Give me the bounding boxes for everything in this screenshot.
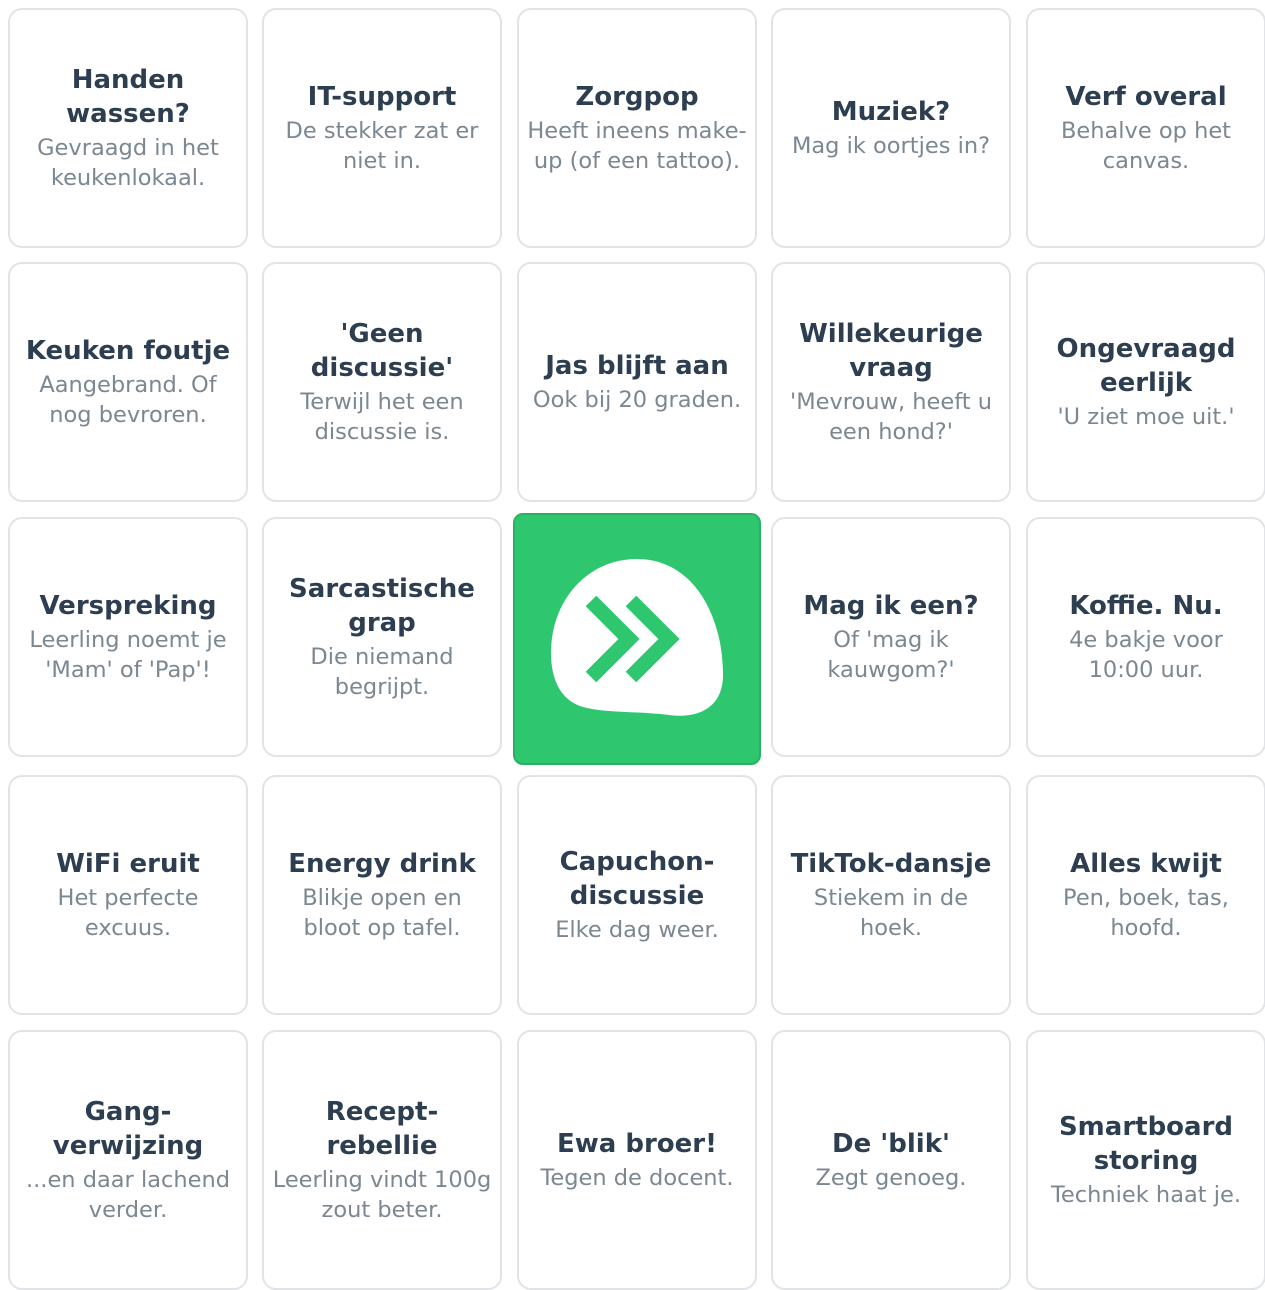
bingo-cell[interactable]: Koffie. Nu. 4e bakje voor 10:00 uur. <box>1026 517 1265 757</box>
bingo-cell[interactable]: WiFi eruit Het perfecte excuus. <box>8 775 248 1015</box>
cell-title: TikTok-dansje <box>790 849 992 879</box>
cell-subtitle: Het perfecte excuus. <box>57 885 199 941</box>
cell-title: Jas blijft aan <box>545 351 729 381</box>
cell-title: Verspreking <box>39 591 217 621</box>
cell-subtitle: Tegen de docent. <box>540 1165 734 1191</box>
bingo-cell[interactable]: TikTok-dansje Stiekem in de hoek. <box>771 775 1011 1015</box>
cell-subtitle: Of 'mag ik kauwgom?' <box>827 627 955 683</box>
cell-subtitle: 4e bakje voor 10:00 uur. <box>1069 627 1223 683</box>
bingo-cell[interactable]: Zorgpop Heeft ineens make-up (of een tatt… <box>517 8 757 248</box>
cell-subtitle: Die niemand begrijpt. <box>310 644 454 700</box>
cell-subtitle: Leerling vindt 100g zout beter. <box>272 1167 492 1223</box>
bingo-board: Handen wassen? Gevraagd in het keukenloka… <box>0 0 1265 1290</box>
cell-title: Alles kwijt <box>1070 849 1222 879</box>
double-chevron-logo-icon <box>551 559 723 716</box>
cell-title: Sarcastische grap <box>289 574 475 638</box>
cell-title: Smartboard storing <box>1058 1112 1234 1176</box>
cell-subtitle: Pen, boek, tas, hoofd. <box>1063 885 1229 941</box>
cell-subtitle: Terwijl het een discussie is. <box>300 389 464 445</box>
cell-subtitle: Techniek haat je. <box>1051 1182 1241 1208</box>
bingo-cell[interactable]: Verf overal Behalve op het canvas. <box>1026 8 1265 248</box>
cell-title: Zorgpop <box>575 82 699 112</box>
cell-title: De 'blik' <box>832 1129 950 1159</box>
cell-subtitle: 'Mevrouw, heeft u een hond?' <box>790 389 992 445</box>
bingo-cell[interactable]: IT-support De stekker zat er niet in. <box>262 8 502 248</box>
cell-subtitle: De stekker zat er niet in. <box>285 118 479 174</box>
cell-subtitle: Gevraagd in het keukenlokaal. <box>37 135 219 191</box>
bingo-cell[interactable]: Ongevraagd eerlijk 'U ziet moe uit.' <box>1026 262 1265 502</box>
cell-subtitle: Stiekem in de hoek. <box>813 885 969 941</box>
bingo-cell[interactable]: Willekeurige vraag 'Mevrouw, heeft u een … <box>771 262 1011 502</box>
cell-subtitle: Behalve op het canvas. <box>1060 118 1231 174</box>
bingo-cell[interactable]: Ewa broer! Tegen de docent. <box>517 1030 757 1290</box>
bingo-cell[interactable]: Capuchon-discussie Elke dag weer. <box>517 775 757 1015</box>
cell-title: WiFi eruit <box>56 849 200 879</box>
cell-title: Ewa broer! <box>557 1129 717 1159</box>
cell-subtitle: Aangebrand. Of nog bevroren. <box>39 372 217 428</box>
cell-title: Ongevraagd eerlijk <box>1056 334 1236 398</box>
cell-title: Gang-verwijzing <box>52 1097 204 1161</box>
cell-subtitle: Elke dag weer. <box>555 917 719 943</box>
cell-title: IT-support <box>307 82 457 112</box>
cell-title: 'Geen discussie' <box>310 319 454 383</box>
bingo-cell[interactable]: Sarcastische grap Die niemand begrijpt. <box>262 517 502 757</box>
cell-title: Keuken foutje <box>25 336 231 366</box>
bingo-cell[interactable]: Keuken foutje Aangebrand. Of nog bevroren… <box>8 262 248 502</box>
cell-title: Energy drink <box>288 849 476 879</box>
cell-subtitle: Mag ik oortjes in? <box>791 133 991 159</box>
cell-subtitle: Blikje open en bloot op tafel. <box>302 885 462 941</box>
cell-title: Capuchon-discussie <box>559 847 715 911</box>
cell-title: Mag ik een? <box>803 591 979 621</box>
cell-title: Koffie. Nu. <box>1069 591 1223 621</box>
bingo-cell[interactable]: Alles kwijt Pen, boek, tas, hoofd. <box>1026 775 1265 1015</box>
cell-subtitle: Ook bij 20 graden. <box>532 387 742 413</box>
bingo-cell[interactable]: Smartboard storing Techniek haat je. <box>1026 1030 1265 1290</box>
cell-subtitle: Leerling noemt je 'Mam' of 'Pap'! <box>29 627 227 683</box>
bingo-cell[interactable]: Mag ik een? Of 'mag ik kauwgom?' <box>771 517 1011 757</box>
bingo-cell[interactable]: Handen wassen? Gevraagd in het keukenloka… <box>8 8 248 248</box>
bingo-cell[interactable]: De 'blik' Zegt genoeg. <box>771 1030 1011 1290</box>
bingo-cell[interactable]: Energy drink Blikje open en bloot op tafe… <box>262 775 502 1015</box>
bingo-cell[interactable]: 'Geen discussie' Terwijl het een discussi… <box>262 262 502 502</box>
cell-subtitle: Heeft ineens make-up (of een tattoo). <box>527 118 747 174</box>
cell-title: Willekeurige vraag <box>799 319 983 383</box>
bingo-cell[interactable]: Gang-verwijzing ...en daar lachend verder… <box>8 1030 248 1290</box>
bingo-cell[interactable]: Jas blijft aan Ook bij 20 graden. <box>517 262 757 502</box>
bingo-cell[interactable]: Muziek? Mag ik oortjes in? <box>771 8 1011 248</box>
cell-title: Verf overal <box>1065 82 1227 112</box>
bingo-cell[interactable]: Recept-rebellie Leerling vindt 100g zout … <box>262 1030 502 1290</box>
free-space-cell[interactable] <box>513 513 761 765</box>
cell-title: Handen wassen? <box>66 65 190 129</box>
cell-subtitle: Zegt genoeg. <box>815 1165 967 1191</box>
cell-subtitle: 'U ziet moe uit.' <box>1057 404 1235 430</box>
cell-title: Muziek? <box>831 97 951 127</box>
bingo-cell[interactable]: Verspreking Leerling noemt je 'Mam' of 'P… <box>8 517 248 757</box>
cell-subtitle: ...en daar lachend verder. <box>25 1167 231 1223</box>
cell-title: Recept-rebellie <box>325 1097 439 1161</box>
